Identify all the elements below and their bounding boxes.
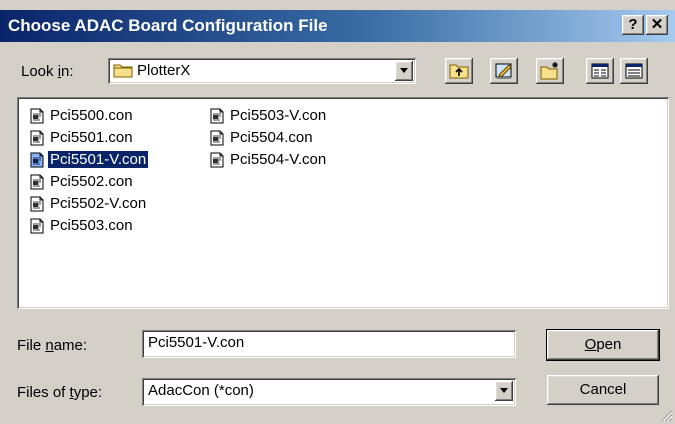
look-in-folder-name: PlotterX <box>137 62 191 79</box>
title-bar[interactable]: Choose ADAC Board Configuration File ? ✕ <box>0 10 675 42</box>
file-item-label: Pci5502-V.con <box>50 195 147 212</box>
up-one-level-icon <box>449 64 469 79</box>
cancel-button[interactable]: Cancel <box>547 375 659 405</box>
chevron-down-icon <box>500 388 508 393</box>
file-item[interactable]: Pci5501-V.con <box>29 149 150 170</box>
file-item-label: Pci5501.con <box>50 129 133 146</box>
new-folder-icon <box>540 62 558 80</box>
resize-grip-icon[interactable] <box>659 408 673 422</box>
config-file-icon <box>210 152 224 167</box>
file-item-label: Pci5501-V.con <box>46 150 150 169</box>
chevron-down-icon <box>400 68 408 73</box>
file-list[interactable]: Pci5500.con Pci5501.con Pci5501-V.con Pci55… <box>17 97 669 309</box>
new-folder-button[interactable] <box>536 58 564 84</box>
file-item-label: Pci5502.con <box>50 173 133 190</box>
file-item-label: Pci5504.con <box>230 129 313 146</box>
file-item[interactable]: Pci5502.con <box>29 171 135 192</box>
file-type-value: AdacCon (*con) <box>148 382 254 399</box>
config-file-icon <box>30 152 44 167</box>
look-in-label: Look in: <box>21 63 74 80</box>
dialog-title: Choose ADAC Board Configuration File <box>8 16 328 35</box>
file-item[interactable]: Pci5500.con <box>29 105 135 126</box>
look-in-combo[interactable]: PlotterX <box>108 58 416 84</box>
up-one-level-button[interactable] <box>445 58 473 84</box>
desktop-button[interactable] <box>490 58 518 84</box>
file-dialog: Choose ADAC Board Configuration File ? ✕… <box>0 0 675 424</box>
file-item[interactable]: Pci5504.con <box>209 127 315 148</box>
open-button[interactable]: Open <box>546 329 660 361</box>
config-file-icon <box>30 218 44 233</box>
file-item[interactable]: Pci5504-V.con <box>209 149 328 170</box>
list-view-button[interactable] <box>586 58 614 84</box>
file-item[interactable]: Pci5502-V.con <box>29 193 148 214</box>
details-view-button[interactable] <box>620 58 648 84</box>
file-type-label: Files of type: <box>17 384 103 401</box>
file-item-label: Pci5500.con <box>50 107 133 124</box>
config-file-icon <box>210 108 224 123</box>
close-button[interactable]: ✕ <box>646 15 668 35</box>
config-file-icon <box>30 196 44 211</box>
help-button[interactable]: ? <box>622 15 644 35</box>
file-name-label: File name: <box>17 337 88 354</box>
file-item-label: Pci5503.con <box>50 217 133 234</box>
look-in-value: PlotterX <box>113 62 190 79</box>
file-item[interactable]: Pci5503.con <box>29 215 135 236</box>
file-type-select[interactable]: AdacCon (*con) <box>142 378 516 406</box>
folder-icon <box>113 64 133 78</box>
file-item-label: Pci5503-V.con <box>230 107 327 124</box>
file-type-dropdown-button[interactable] <box>495 381 513 401</box>
file-item[interactable]: Pci5501.con <box>29 127 135 148</box>
look-in-dropdown-button[interactable] <box>395 61 413 81</box>
file-name-field[interactable]: Pci5501-V.con <box>142 330 516 358</box>
file-item[interactable]: Pci5503-V.con <box>209 105 328 126</box>
list-view-icon <box>591 63 609 79</box>
file-item-label: Pci5504-V.con <box>230 151 327 168</box>
close-icon: ✕ <box>650 16 664 33</box>
desktop-icon <box>495 63 512 79</box>
config-file-icon <box>210 130 224 145</box>
config-file-icon <box>30 108 44 123</box>
config-file-icon <box>30 130 44 145</box>
details-view-icon <box>625 63 643 79</box>
file-name-value: Pci5501-V.con <box>148 334 245 351</box>
config-file-icon <box>30 174 44 189</box>
